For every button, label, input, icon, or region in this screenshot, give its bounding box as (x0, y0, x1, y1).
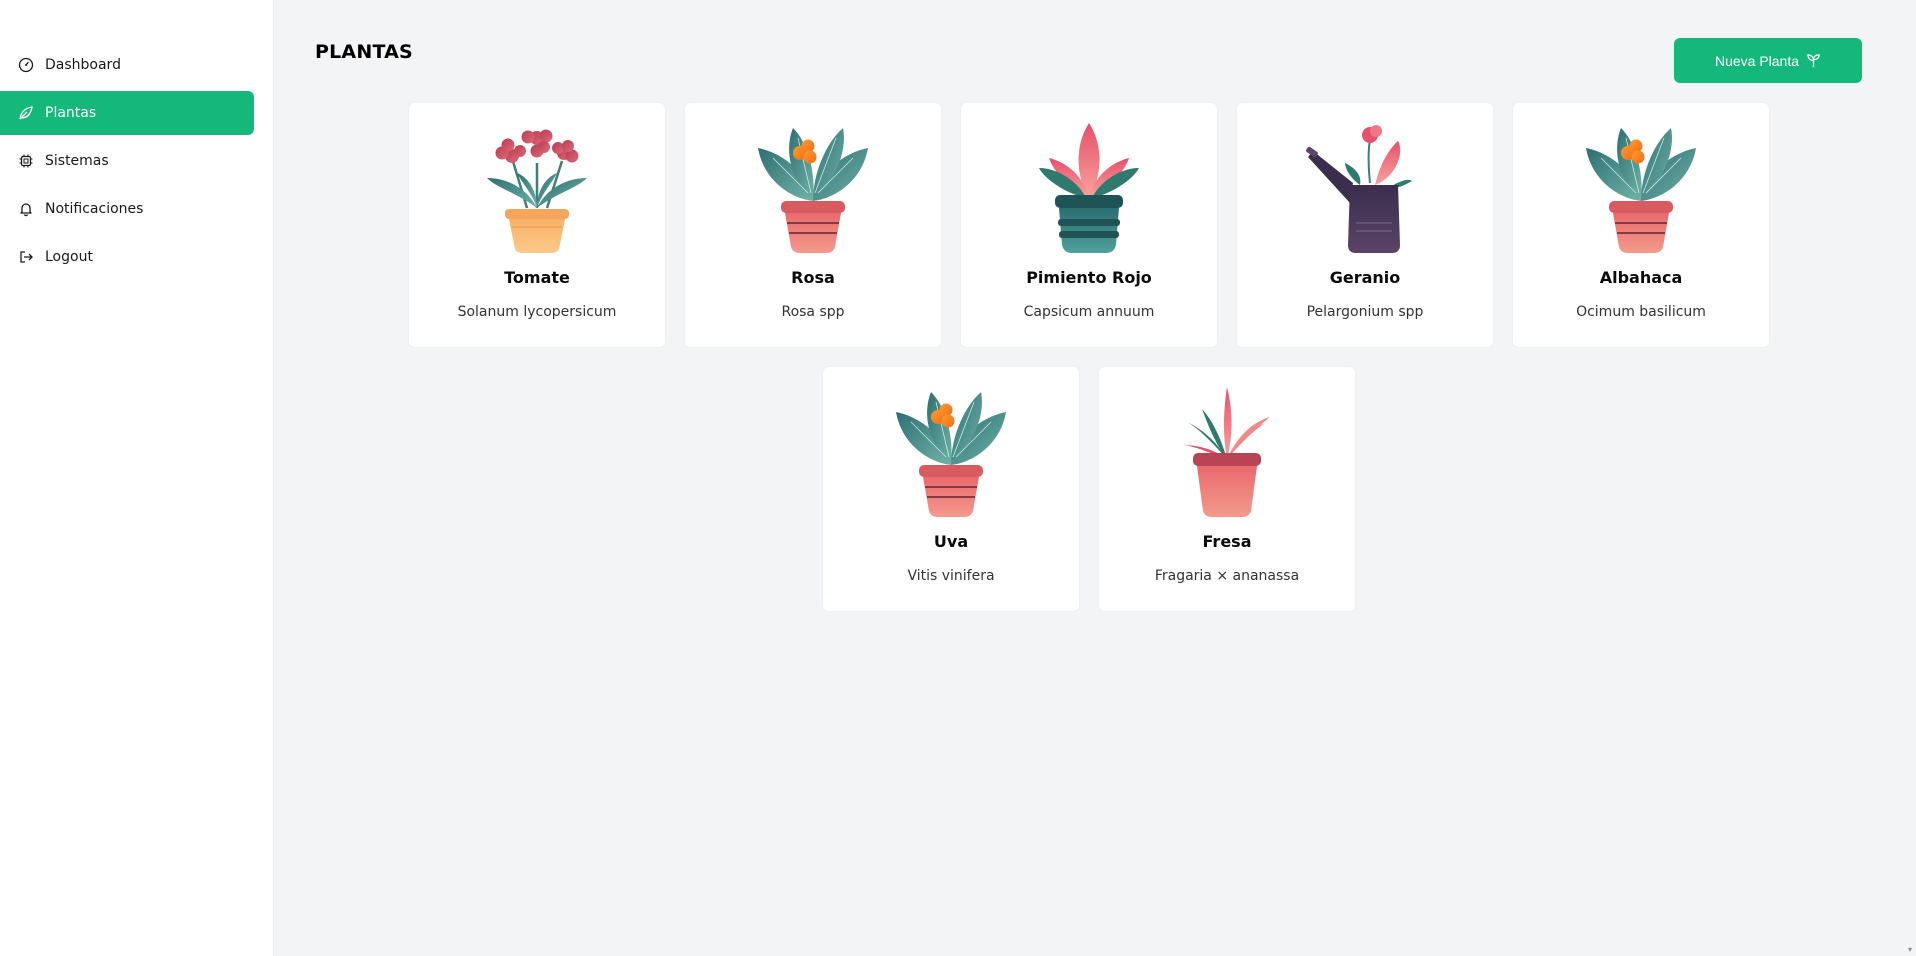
logout-icon (18, 249, 34, 265)
bell-icon (18, 201, 34, 217)
plant-card-geranio[interactable]: Geranio Pelargonium spp (1237, 103, 1493, 347)
plant-name: Tomate (504, 268, 570, 287)
main-content: PLANTAS Nueva Planta Tomate Solanum lyco… (275, 0, 1916, 956)
spiky-plant-pot-illustration (1182, 387, 1270, 517)
leafy-pot-illustration (1586, 128, 1696, 253)
watering-can-plant-illustration (1306, 125, 1412, 253)
plant-card-albahaca[interactable]: Albahaca Ocimum basilicum (1513, 103, 1769, 347)
new-plant-button-label: Nueva Planta (1714, 52, 1800, 69)
plant-scientific-name: Solanum lycopersicum (457, 304, 617, 320)
sidebar-item-plantas[interactable]: Plantas (0, 91, 254, 135)
plant-card-rosa[interactable]: Rosa Rosa spp (685, 103, 941, 347)
plant-scientific-name: Fragaria × ananassa (1154, 568, 1300, 584)
sidebar-item-logout[interactable]: Logout (0, 235, 254, 279)
scroll-down-arrow-icon[interactable]: ▾ (1908, 945, 1912, 954)
plant-name: Uva (933, 532, 969, 551)
plant-scientific-name: Rosa spp (781, 304, 845, 320)
sidebar-item-label: Logout (45, 249, 93, 265)
plant-card-tomate[interactable]: Tomate Solanum lycopersicum (409, 103, 665, 347)
plant-card-uva[interactable]: Uva Vitis vinifera (823, 367, 1079, 611)
plant-pot-illustration (1039, 123, 1139, 253)
plant-scientific-name: Vitis vinifera (907, 568, 995, 584)
sidebar-item-label: Notificaciones (45, 201, 144, 217)
sidebar-item-notificaciones[interactable]: Notificaciones (0, 187, 254, 231)
plant-name: Rosa (791, 268, 835, 287)
plant-name: Geranio (1329, 268, 1401, 287)
new-plant-button[interactable]: Nueva Planta (1674, 38, 1862, 83)
sidebar-item-label: Plantas (45, 105, 97, 121)
plant-card-pimiento-rojo[interactable]: Pimiento Rojo Capsicum annuum (961, 103, 1217, 347)
sidebar-item-dashboard[interactable]: Dashboard (0, 43, 254, 87)
plant-name: Fresa (1202, 532, 1252, 551)
flower-pot-illustration (487, 129, 587, 253)
sprout-icon (1806, 53, 1821, 68)
sidebar-item-label: Dashboard (45, 57, 121, 73)
sidebar-item-label: Sistemas (45, 153, 109, 169)
sidebar-item-sistemas[interactable]: Sistemas (0, 139, 254, 183)
plant-name: Albahaca (1599, 268, 1683, 287)
dashboard-gauge-icon (18, 57, 34, 73)
plant-card-fresa[interactable]: Fresa Fragaria × ananassa (1099, 367, 1355, 611)
leafy-pot-illustration (758, 128, 868, 253)
plant-scientific-name: Capsicum annuum (1023, 304, 1155, 320)
leaf-icon (18, 105, 34, 121)
leafy-pot-illustration (896, 392, 1006, 517)
plant-scientific-name: Ocimum basilicum (1576, 304, 1706, 320)
plant-name: Pimiento Rojo (1026, 268, 1152, 287)
sidebar: Dashboard Plantas Sistemas Notificacione… (0, 0, 274, 956)
page-title: PLANTAS (315, 41, 413, 63)
chip-icon (18, 153, 34, 169)
plant-scientific-name: Pelargonium spp (1306, 304, 1424, 320)
